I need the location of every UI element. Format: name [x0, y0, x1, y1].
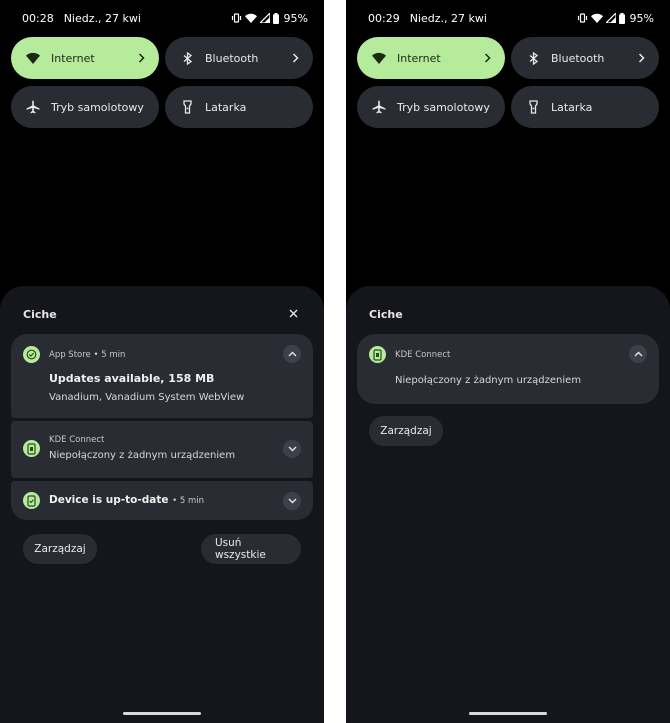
- meta-separator: •: [172, 496, 180, 506]
- chevron-right-icon: [635, 52, 647, 64]
- phone-screen-right: 00:29 Niedz., 27 kwi 95% Internet Blueto…: [346, 0, 670, 723]
- tile-bluetooth[interactable]: Bluetooth: [511, 37, 659, 79]
- notification-text: Vanadium, Vanadium System WebView: [49, 392, 245, 403]
- app-name: App Store: [49, 350, 91, 360]
- tile-internet[interactable]: Internet: [357, 37, 505, 79]
- battery-icon: [272, 12, 279, 24]
- status-icons: 95%: [577, 12, 654, 25]
- notification-meta: App Store • 5 min: [49, 350, 125, 360]
- bluetooth-icon: [525, 50, 541, 66]
- collapse-button[interactable]: [283, 345, 301, 363]
- notification-title: Updates available, 158 MB: [49, 372, 215, 385]
- vibrate-icon: [577, 13, 587, 23]
- tile-flashlight[interactable]: Latarka: [165, 86, 313, 128]
- tile-airplane-mode[interactable]: Tryb samolotowy: [357, 86, 505, 128]
- status-time: 00:29: [368, 11, 400, 25]
- battery-icon: [618, 12, 625, 24]
- tile-label: Latarka: [205, 100, 247, 114]
- tile-label: Latarka: [551, 100, 593, 114]
- notification-time: 5 min: [179, 496, 204, 506]
- tile-label: Tryb samolotowy: [51, 100, 144, 114]
- status-time: 00:28: [22, 11, 54, 25]
- bluetooth-icon: [179, 50, 195, 66]
- section-title: Ciche: [369, 308, 403, 321]
- tile-bluetooth[interactable]: Bluetooth: [165, 37, 313, 79]
- tile-internet[interactable]: Internet: [11, 37, 159, 79]
- tile-label: Tryb samolotowy: [397, 100, 490, 114]
- phone-screen-left: 00:28 Niedz., 27 kwi 95% Internet Blueto…: [0, 0, 324, 723]
- kde-connect-icon: [369, 346, 386, 363]
- wifi-icon: [371, 50, 387, 66]
- chevron-right-icon: [481, 52, 493, 64]
- gesture-handle[interactable]: [469, 712, 547, 715]
- app-name: KDE Connect: [49, 435, 105, 445]
- notification-kde-connect[interactable]: KDE Connect Niepołączony z żadnym urządz…: [11, 421, 313, 478]
- manage-button[interactable]: Zarządzaj: [369, 416, 443, 446]
- cellular-signal-icon: [605, 13, 616, 23]
- notification-text: Niepołączony z żadnym urządzeniem: [395, 375, 582, 386]
- battery-percentage: 95%: [283, 11, 308, 25]
- notification-kde-connect[interactable]: KDE Connect Niepołączony z żadnym urządz…: [357, 334, 659, 404]
- expand-button[interactable]: [283, 440, 301, 458]
- system-update-icon: [23, 492, 40, 509]
- notification-text: Niepołączony z żadnym urządzeniem: [49, 450, 236, 461]
- wifi-icon: [590, 13, 603, 23]
- tile-flashlight[interactable]: Latarka: [511, 86, 659, 128]
- chevron-right-icon: [135, 52, 147, 64]
- notification-time: 5 min: [101, 350, 126, 360]
- notification-panel: Ciche App Store • 5 min Updates availabl…: [0, 286, 324, 723]
- status-date: Niedz., 27 kwi: [63, 11, 141, 25]
- notification-app-store[interactable]: App Store • 5 min Updates available, 158…: [11, 334, 313, 418]
- app-store-icon: [23, 346, 40, 363]
- wifi-icon: [244, 13, 257, 23]
- airplane-icon: [25, 99, 41, 115]
- status-bar: 00:29 Niedz., 27 kwi 95%: [368, 10, 654, 26]
- expand-button[interactable]: [283, 492, 301, 510]
- tile-label: Internet: [397, 51, 441, 65]
- tile-label: Bluetooth: [551, 51, 605, 65]
- chevron-up-icon: [288, 351, 296, 357]
- collapse-button[interactable]: [629, 345, 647, 363]
- app-name: KDE Connect: [395, 350, 451, 360]
- manage-button[interactable]: Zarządzaj: [23, 534, 97, 564]
- status-icons: 95%: [231, 12, 308, 25]
- status-bar: 00:28 Niedz., 27 kwi 95%: [22, 10, 308, 26]
- close-icon[interactable]: [286, 306, 300, 320]
- chevron-right-icon: [289, 52, 301, 64]
- clear-all-button[interactable]: Usuń wszystkie: [201, 534, 301, 564]
- vibrate-icon: [231, 13, 241, 23]
- notification-title: Device is up-to-date: [49, 494, 169, 506]
- status-date: Niedz., 27 kwi: [409, 11, 487, 25]
- flashlight-icon: [179, 99, 195, 115]
- gesture-handle[interactable]: [123, 712, 201, 715]
- chevron-up-icon: [634, 351, 642, 357]
- kde-connect-icon: [23, 440, 40, 457]
- airplane-icon: [371, 99, 387, 115]
- tile-airplane-mode[interactable]: Tryb samolotowy: [11, 86, 159, 128]
- cellular-signal-icon: [259, 13, 270, 23]
- section-title: Ciche: [23, 308, 57, 321]
- wifi-icon: [25, 50, 41, 66]
- flashlight-icon: [525, 99, 541, 115]
- tile-label: Bluetooth: [205, 51, 259, 65]
- battery-percentage: 95%: [629, 11, 654, 25]
- tile-label: Internet: [51, 51, 95, 65]
- notification-panel: Ciche KDE Connect Niepołączony z żadnym …: [346, 286, 670, 723]
- chevron-down-icon: [288, 446, 296, 452]
- notification-row: Device is up-to-date • 5 min: [49, 494, 204, 506]
- notification-device-up-to-date[interactable]: Device is up-to-date • 5 min: [11, 481, 313, 520]
- chevron-down-icon: [288, 498, 296, 504]
